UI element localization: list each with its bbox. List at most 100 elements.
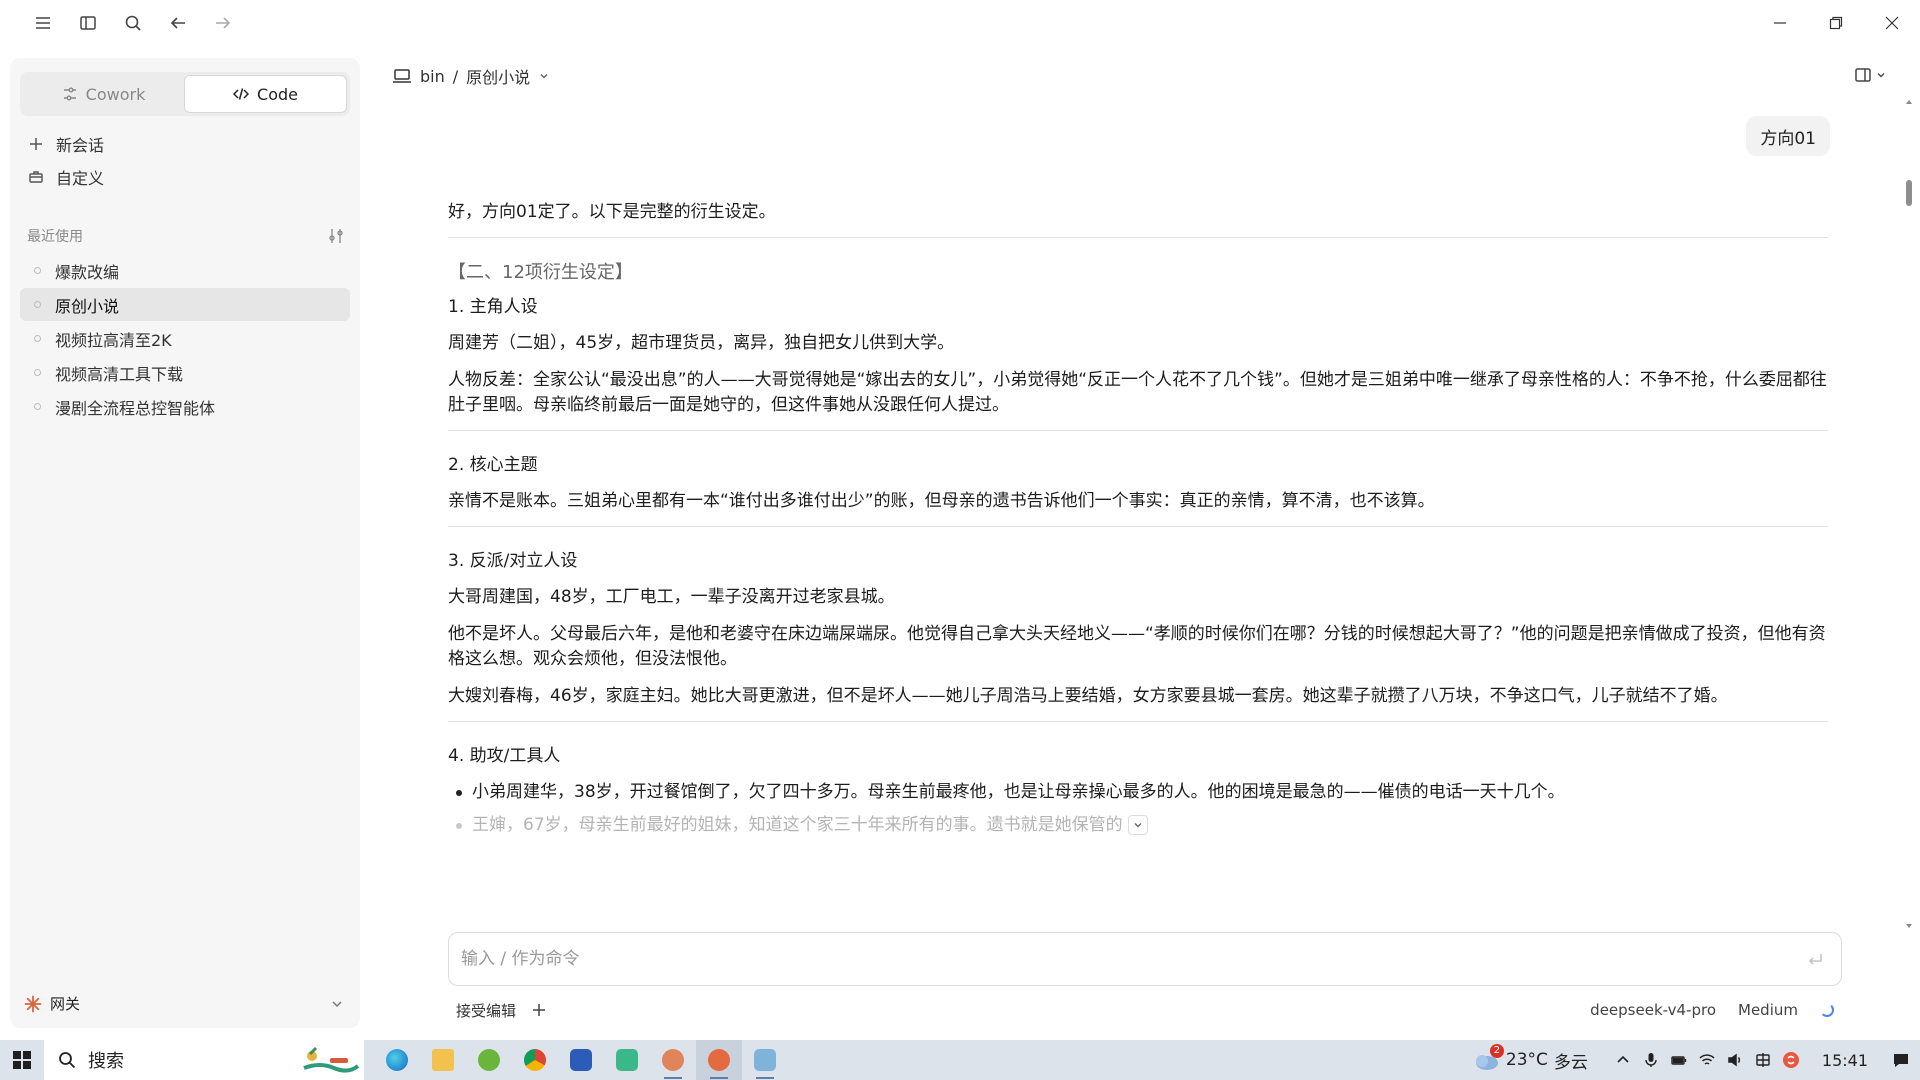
recent-title: 最近使用: [27, 229, 83, 245]
status-dot-icon: [34, 403, 41, 410]
expand-chevron-icon[interactable]: [1128, 815, 1149, 835]
assistant-message: 好，方向01定了。以下是完整的衍生设定。 【二、12项衍生设定】 1. 主角人设…: [448, 200, 1828, 920]
recent-item-label: 视频拉高清至2K: [55, 330, 172, 350]
system-tray: 2 23°C 多云 15:41: [1472, 1040, 1920, 1080]
code-mode-button[interactable]: Code: [184, 75, 347, 113]
chevron-up-icon[interactable]: [1614, 1051, 1632, 1069]
search-icon[interactable]: [110, 3, 155, 43]
loading-spinner-icon: [1820, 1003, 1834, 1017]
paragraph: 大哥周建国，48岁，工厂电工，一辈子没离开过老家县城。: [448, 587, 895, 607]
prompt-input[interactable]: [461, 949, 1761, 969]
microphone-icon[interactable]: [1642, 1051, 1660, 1069]
divider: [448, 430, 1828, 431]
taskbar-app-mail[interactable]: [558, 1040, 604, 1080]
status-dot-icon: [34, 301, 41, 308]
breadcrumb[interactable]: bin / 原创小说: [392, 64, 550, 88]
effort-selector[interactable]: Medium: [1738, 1001, 1798, 1019]
send-icon[interactable]: [1805, 950, 1825, 970]
wifi-icon[interactable]: [1698, 1051, 1716, 1069]
recent-list: 爆款改编 原创小说 视频拉高清至2K 视频高清工具下载 漫剧全流程总控智能体: [20, 254, 350, 424]
scroll-up-icon[interactable]: [1905, 98, 1913, 106]
item-title: 3. 反派/对立人设: [448, 551, 578, 571]
filter-icon[interactable]: [327, 227, 345, 245]
sogou-ime-icon[interactable]: [1782, 1051, 1800, 1069]
chevron-down-icon: [332, 1000, 342, 1007]
taskbar-search-label: 搜索: [88, 1051, 124, 1072]
add-icon[interactable]: [532, 1003, 546, 1017]
recent-item-label: 漫剧全流程总控智能体: [55, 398, 216, 418]
list-item: 小弟周建华，38岁，开过餐馆倒了，欠了四十多万。母亲生前最疼他，也是让母亲操心最…: [448, 780, 1828, 805]
list-item-text: 王婶，67岁，母亲生前最好的姐妹，知道这个家三十年来所有的事。遗书就是她保管的: [472, 815, 1123, 835]
recent-item[interactable]: 视频高清工具下载: [20, 356, 350, 389]
clock[interactable]: 15:41: [1822, 1051, 1868, 1070]
accept-edits-button[interactable]: 接受编辑: [456, 1000, 516, 1021]
taskbar-app-claude-active[interactable]: [696, 1040, 742, 1080]
input-method-icon[interactable]: [1754, 1051, 1772, 1069]
chrome-icon: [524, 1049, 546, 1071]
edge-browser-icon: [386, 1049, 408, 1071]
recent-item-active[interactable]: 原创小说: [20, 288, 350, 321]
mail-icon: [570, 1049, 592, 1071]
breadcrumb-current[interactable]: 原创小说: [466, 64, 530, 88]
volume-icon[interactable]: [1726, 1051, 1744, 1069]
sparkle-app-icon: [708, 1049, 730, 1071]
taskbar-app-edge[interactable]: [374, 1040, 420, 1080]
start-button[interactable]: [0, 1040, 44, 1080]
forward-arrow-icon[interactable]: [200, 3, 245, 43]
battery-icon[interactable]: [1670, 1051, 1688, 1069]
list-item-streaming: 王婶，67岁，母亲生前最好的姐妹，知道这个家三十年来所有的事。遗书就是她保管的: [448, 813, 1828, 838]
sidebar-toggle-icon[interactable]: [65, 3, 110, 43]
paragraph: 周建芳（二姐），45岁，超市理货员，离异，独自把女儿供到大学。: [448, 333, 955, 353]
recent-item[interactable]: 爆款改编: [20, 254, 350, 287]
weather-badge: 2: [1489, 1043, 1504, 1058]
menu-icon[interactable]: [20, 3, 65, 43]
briefcase-icon: [29, 171, 43, 183]
sidebar-footer[interactable]: 网关: [24, 993, 346, 1014]
taskbar-app-browser[interactable]: [466, 1040, 512, 1080]
recent-item[interactable]: 漫剧全流程总控智能体: [20, 390, 350, 423]
chevron-down-icon[interactable]: [538, 70, 550, 82]
code-icon: [233, 88, 250, 100]
close-button[interactable]: [1864, 0, 1920, 46]
notification-icon[interactable]: [1892, 1051, 1910, 1069]
scrollbar[interactable]: [1904, 96, 1914, 932]
panel-toggle-button[interactable]: [1854, 66, 1886, 84]
paragraph: 人物反差：全家公认“最没出息”的人——大哥觉得她是“嫁出去的女儿”，小弟觉得她“…: [448, 370, 1827, 415]
model-selector[interactable]: deepseek-v4-pro: [1590, 1001, 1716, 1019]
divider: [448, 237, 1828, 238]
folder-icon: [432, 1049, 454, 1071]
divider: [448, 721, 1828, 722]
paragraph: 他不是坏人。父母最后六年，是他和老婆守在床边端屎端尿。他觉得自己拿大头天经地义—…: [448, 624, 1826, 669]
taskbar-app-claude[interactable]: [650, 1040, 696, 1080]
scroll-thumb[interactable]: [1906, 180, 1912, 206]
recent-item[interactable]: 视频拉高清至2K: [20, 322, 350, 355]
weather-widget[interactable]: 2 23°C 多云: [1472, 1043, 1588, 1073]
restore-button[interactable]: [1808, 0, 1864, 46]
back-arrow-icon[interactable]: [155, 3, 200, 43]
recent-header: 最近使用: [27, 226, 345, 246]
taskbar-app-files[interactable]: [420, 1040, 466, 1080]
title-bar-controls: [0, 3, 245, 43]
paragraph: 大嫂刘春梅，46岁，家庭主妇。她比大哥更激进，但不是坏人——她儿子周浩马上要结婚…: [448, 686, 1728, 706]
minimize-button[interactable]: [1752, 0, 1808, 46]
title-bar: [0, 0, 1920, 46]
taskbar-app-chat[interactable]: [604, 1040, 650, 1080]
taskbar: 搜索 2 23°C 多云 15:41: [0, 1040, 1920, 1080]
divider: [448, 526, 1828, 527]
breadcrumb-root[interactable]: bin: [420, 67, 445, 86]
chat-app-icon: [616, 1049, 638, 1071]
item-title: 2. 核心主题: [448, 455, 538, 475]
taskbar-app-notes[interactable]: [742, 1040, 788, 1080]
new-chat-button[interactable]: 新会话: [28, 132, 104, 156]
laptop-icon: [393, 69, 411, 83]
taskbar-app-chrome[interactable]: [512, 1040, 558, 1080]
dragon-boat-illustration-icon: [303, 1046, 360, 1073]
scroll-down-icon[interactable]: [1905, 922, 1913, 930]
taskbar-search[interactable]: 搜索: [44, 1040, 364, 1080]
status-dot-icon: [34, 369, 41, 376]
cowork-mode-button[interactable]: Cowork: [23, 75, 184, 113]
customize-label: 自定义: [56, 169, 105, 188]
customize-button[interactable]: 自定义: [28, 165, 104, 189]
new-chat-label: 新会话: [56, 136, 105, 155]
sidebar: Cowork Code 新会话 自定义 最近使用 爆款改编 原创小说 视频拉高清…: [10, 58, 360, 1028]
